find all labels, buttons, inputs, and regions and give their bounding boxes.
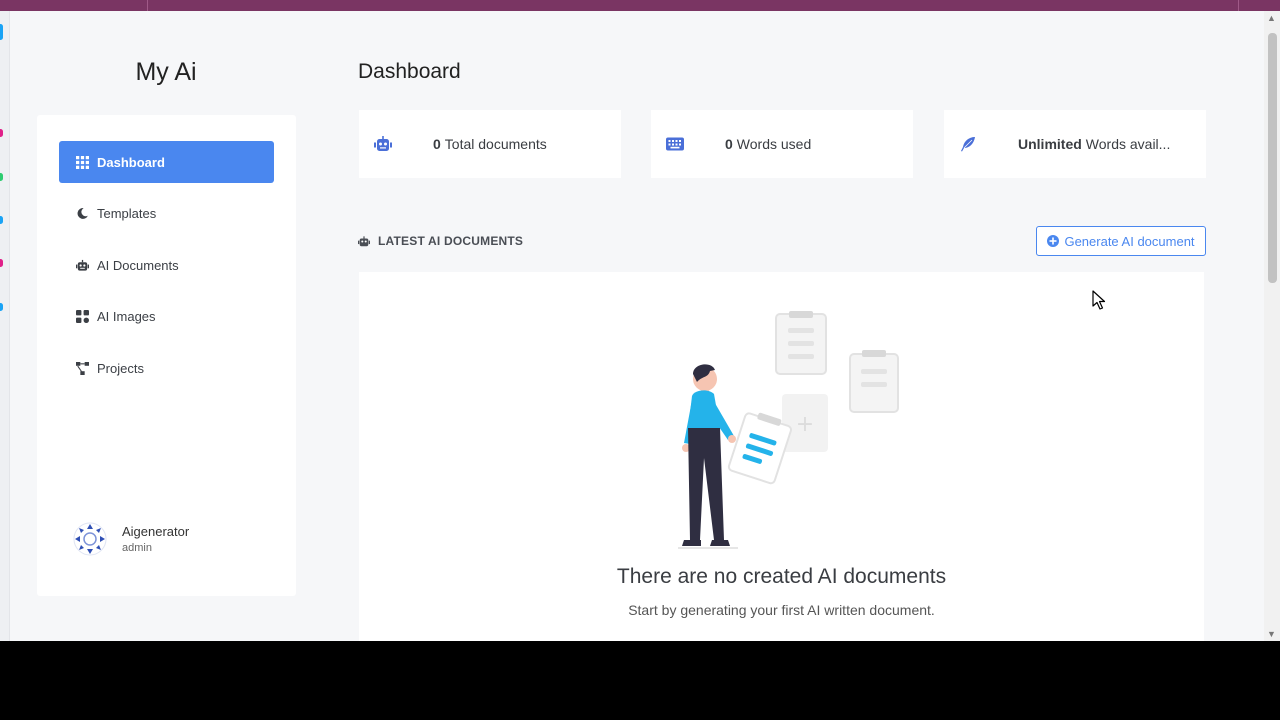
keyboard-icon	[665, 136, 685, 152]
sidebar-item-label: Templates	[97, 205, 157, 221]
images-icon	[75, 309, 89, 323]
clipboard-illustration	[849, 350, 899, 413]
sidebar-item-projects[interactable]: Projects	[59, 347, 274, 389]
empty-documents-illustration: +	[678, 311, 899, 549]
stat-card-words-used: 0 Words used	[651, 110, 913, 178]
mouse-cursor-icon	[1092, 290, 1106, 310]
sidebar-item-ai-images[interactable]: AI Images	[59, 295, 274, 337]
section-heading-text: LATEST AI DOCUMENTS	[378, 234, 524, 248]
stat-value: Unlimited	[1018, 136, 1082, 152]
project-diagram-icon	[75, 361, 89, 375]
scroll-down-icon[interactable]: ▼	[1267, 629, 1276, 639]
strip-marker[interactable]	[0, 129, 3, 137]
robot-icon	[75, 258, 89, 272]
feather-icon	[958, 136, 978, 152]
page-title: Dashboard	[358, 60, 461, 83]
top-bar-divider	[147, 0, 148, 11]
stat-label: Words used	[736, 136, 812, 152]
scroll-up-icon[interactable]: ▲	[1267, 13, 1276, 23]
sidebar-item-label: AI Images	[97, 308, 156, 324]
side-panel-strip	[0, 11, 10, 641]
strip-marker[interactable]	[0, 173, 3, 181]
clipboard-illustration	[775, 311, 827, 375]
robot-icon	[373, 136, 393, 152]
moon-icon	[75, 206, 89, 220]
sidebar-item-label: AI Documents	[97, 257, 179, 273]
empty-state-subtitle: Start by generating your first AI writte…	[628, 602, 935, 618]
generate-ai-document-button[interactable]: Generate AI document	[1036, 226, 1206, 256]
user-profile[interactable]: Aigenerator admin	[73, 522, 189, 556]
top-bar-divider	[1238, 0, 1239, 11]
latest-documents-heading: LATEST AI DOCUMENTS	[358, 234, 523, 248]
sidebar-item-label: Dashboard	[97, 154, 165, 170]
plus-icon: +	[796, 412, 814, 437]
sidebar: Dashboard Templates AI Documents AI Imag…	[37, 115, 296, 596]
sidebar-item-label: Projects	[97, 360, 144, 376]
empty-state-title: There are no created AI documents	[616, 565, 947, 588]
strip-marker[interactable]	[0, 24, 3, 40]
app-brand[interactable]: My Ai	[36, 58, 296, 87]
user-role: admin	[122, 542, 152, 554]
generate-button-label: Generate AI document	[1064, 233, 1195, 249]
stat-label: Words avail...	[1085, 136, 1171, 152]
user-name: Aigenerator	[122, 524, 190, 539]
robot-icon	[358, 235, 370, 246]
avatar[interactable]	[73, 522, 107, 556]
grid-icon	[75, 155, 89, 169]
stat-value: 0	[725, 136, 733, 152]
scrollbar-thumb[interactable]	[1268, 33, 1277, 283]
strip-marker[interactable]	[0, 303, 3, 311]
browser-top-bar	[0, 0, 1280, 11]
stat-label: Total documents	[444, 136, 547, 152]
documents-empty-state: + There are no created AI documents Star…	[359, 272, 1204, 641]
page-scrollbar[interactable]: ▲ ▼	[1264, 11, 1280, 641]
sidebar-item-ai-documents[interactable]: AI Documents	[59, 244, 274, 286]
plus-circle-icon	[1047, 235, 1060, 247]
strip-marker[interactable]	[0, 216, 3, 224]
strip-marker[interactable]	[0, 259, 3, 267]
sidebar-item-dashboard[interactable]: Dashboard	[59, 141, 274, 183]
person-illustration	[678, 364, 738, 549]
app-viewport: ▲ ▼ My Ai Dashboard Templates AI Documen…	[0, 0, 1280, 641]
stat-card-words-available: Unlimited Words avail...	[944, 110, 1206, 178]
stat-card-total-documents: 0 Total documents	[359, 110, 621, 178]
stat-value: 0	[433, 136, 441, 152]
sidebar-item-templates[interactable]: Templates	[59, 192, 274, 234]
